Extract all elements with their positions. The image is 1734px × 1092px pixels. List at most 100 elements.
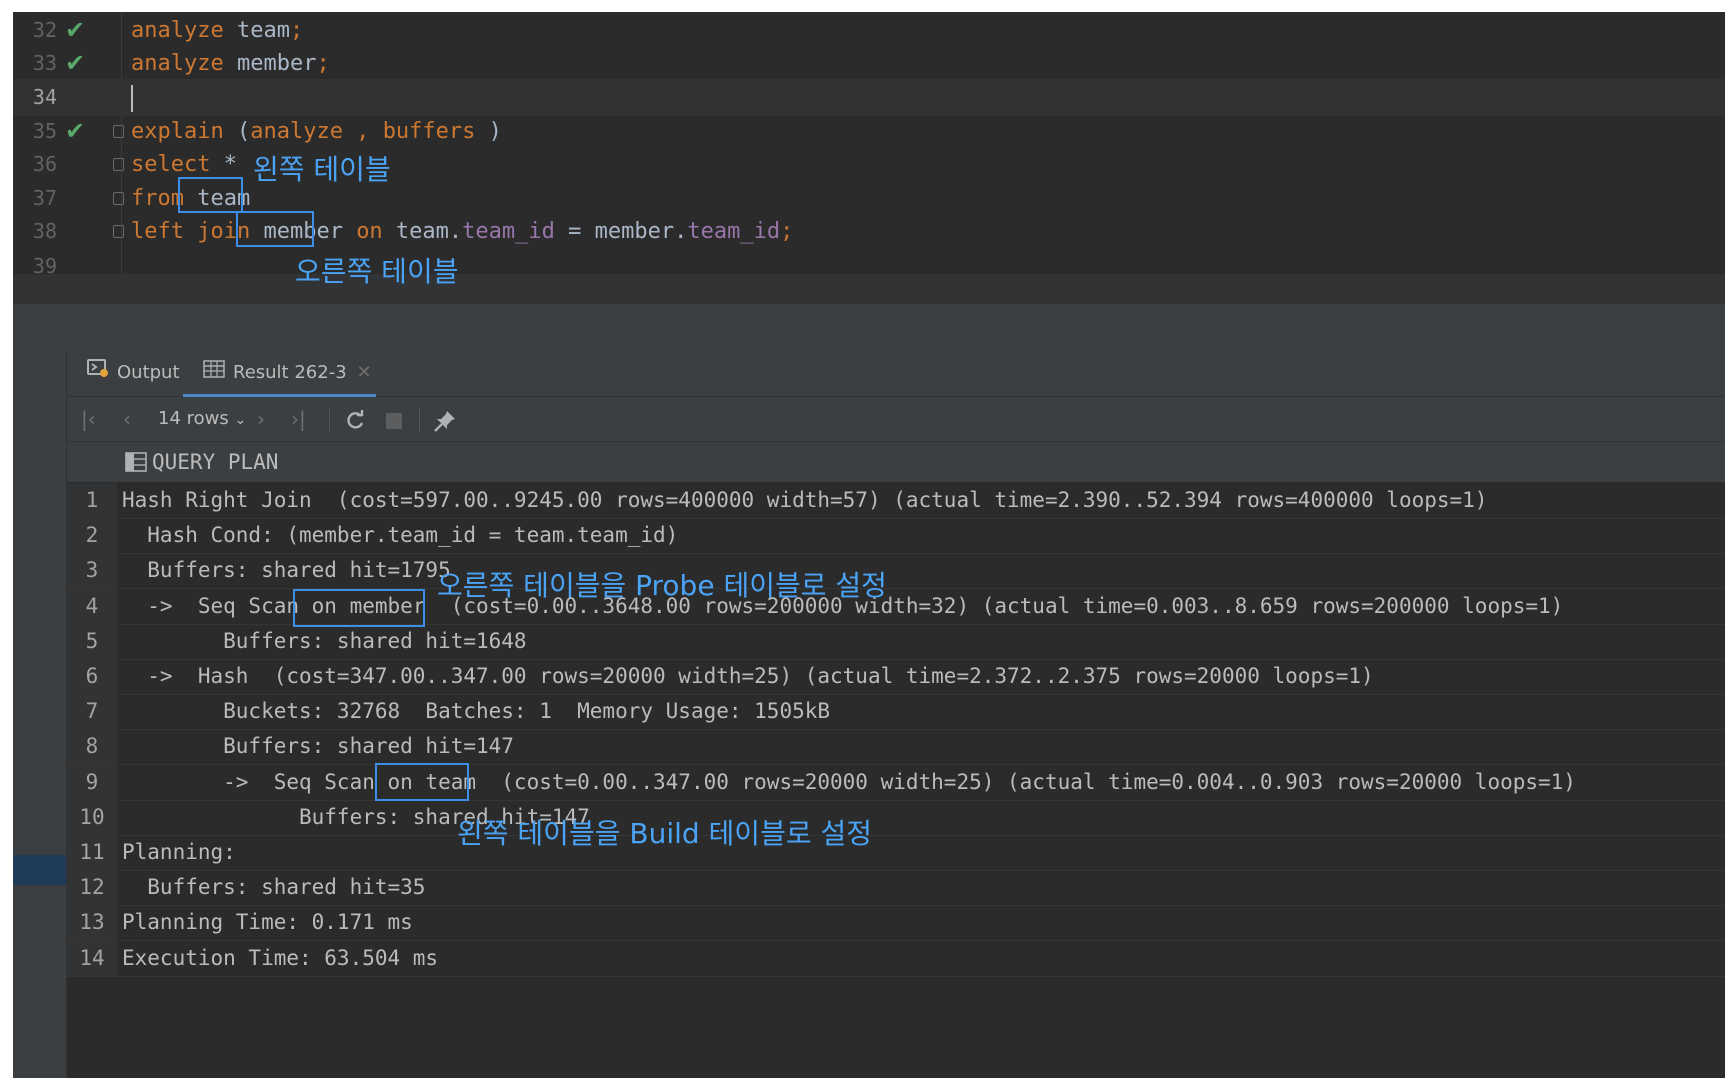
previous-page-icon[interactable]: ‹ [123,397,131,441]
rows-count-dropdown[interactable]: 14 rows ⌄ [158,397,246,441]
annotation-probe: 오른쪽 테이블을 Probe 테이블로 설정 [437,569,887,602]
code-token: team [223,18,290,43]
code-token: = member. [554,219,688,244]
code-text: analyze member; [131,45,330,82]
code-text [131,79,133,116]
query-plan-cell[interactable]: Buffers: shared hit=147 [122,729,514,764]
row-number: 6 [67,659,117,694]
last-page-icon[interactable]: ›| [291,397,306,441]
code-token: ; [289,18,304,43]
query-plan-cell[interactable]: Buffers: shared hit=35 [122,870,425,905]
close-tab-icon[interactable]: ✕ [357,362,372,383]
stop-icon[interactable] [385,397,403,441]
query-plan-cell[interactable]: Buffers: shared hit=1648 [122,624,526,659]
fold-marker-icon[interactable] [113,125,124,138]
tab-output-label: Output [117,362,180,383]
table-row[interactable]: 8 Buffers: shared hit=147 [67,729,1725,766]
query-plan-cell[interactable]: -> Seq Scan on team (cost=0.00..347.00 r… [122,765,1576,800]
line-number: 35 [32,119,57,143]
row-number: 8 [67,729,117,765]
line-number: 37 [32,186,57,210]
editor-line[interactable]: 34 [13,79,1725,116]
row-number: 5 [67,623,117,659]
line-number: 36 [32,152,57,176]
code-token: analyze [131,51,224,76]
text-caret [131,84,133,112]
line-number: 38 [32,219,57,243]
table-row[interactable]: 5 Buffers: shared hit=1648 [67,623,1725,660]
results-toolbar: |‹ ‹ 14 rows ⌄ › ›| [67,397,1725,442]
code-text: left join member on team.team_id = membe… [131,213,793,250]
table-row[interactable]: 12 Buffers: shared hit=35 [67,870,1725,907]
results-tab-bar: Output Result 262-3 ✕ [67,352,1725,397]
code-token: team_id [462,219,555,244]
chevron-down-icon: ⌄ [234,412,247,428]
tab-result-label: Result 262-3 [233,362,347,383]
tab-result[interactable]: Result 262-3 ✕ [183,352,376,397]
query-plan-cell[interactable]: -> Hash (cost=347.00..347.00 rows=20000 … [122,659,1373,694]
code-token: on [356,219,383,244]
table-row[interactable]: 14 Execution Time: 63.504 ms [67,940,1725,977]
panel-splitter[interactable] [13,304,1725,352]
row-number: 2 [67,518,117,554]
table-row[interactable]: 10 Buffers: shared hit=147 [67,799,1725,836]
annotation-build: 왼쪽 테이블을 Build 테이블로 설정 [457,817,873,850]
row-number: 11 [67,835,117,870]
table-row[interactable]: 2 Hash Cond: (member.team_id = team.team… [67,518,1725,555]
query-plan-cell[interactable]: Planning Time: 0.171 ms [122,905,413,940]
tool-window-sidebar [13,352,67,1078]
query-plan-cell[interactable]: Buffers: shared hit=1795 [122,553,450,588]
table-row[interactable]: 11 Planning: [67,835,1725,871]
highlight-team-table [178,177,243,213]
code-text: explain (analyze , buffers ) [131,113,502,150]
editor-line[interactable]: 35 ✔ explain (analyze , buffers ) [13,113,1725,150]
next-page-icon[interactable]: › [257,397,265,441]
query-plan-cell[interactable]: Planning: [122,835,236,870]
code-token: analyze [250,119,343,144]
fold-marker-icon[interactable] [113,192,124,205]
query-plan-grid[interactable]: QUERY PLAN 1 Hash Right Join (cost=597.00… [67,442,1725,1078]
fold-marker-icon[interactable] [113,225,124,238]
editor-line[interactable]: 33 ✔ analyze member; [13,45,1725,82]
table-row[interactable]: 1 Hash Right Join (cost=597.00..9245.00 r… [67,483,1725,519]
sql-editor[interactable]: 32 ✔ analyze team; 33 ✔ analyze member; 34 35 ✔ e… [13,12,1725,332]
refresh-icon[interactable] [344,397,366,441]
query-plan-cell[interactable]: Buckets: 32768 Batches: 1 Memory Usage: … [122,694,830,729]
column-header-label: QUERY PLAN [152,450,279,474]
table-row[interactable]: 13 Planning Time: 0.171 ms [67,905,1725,942]
tab-output[interactable]: Output [87,352,180,394]
editor-line[interactable]: 32 ✔ analyze team; [13,12,1725,49]
column-header-query-plan[interactable]: QUERY PLAN [67,442,1725,483]
table-row[interactable]: 7 Buckets: 32768 Batches: 1 Memory Usage… [67,694,1725,731]
code-token: select [131,152,211,177]
rows-count-label: 14 rows [158,408,229,429]
query-plan-cell[interactable]: Execution Time: 63.504 ms [122,941,438,976]
query-plan-cell[interactable]: Hash Cond: (member.team_id = team.team_i… [122,518,678,553]
highlight-member-table [236,211,314,247]
row-number: 7 [67,694,117,730]
code-token: ) [475,119,502,144]
table-row[interactable]: 3 Buffers: shared hit=1795 [67,553,1725,590]
code-token: analyze [131,18,224,43]
fold-marker-icon[interactable] [113,158,124,171]
code-token: ( [223,119,251,144]
table-row[interactable]: 9 -> Seq Scan on team (cost=0.00..347.00… [67,764,1725,801]
table-row[interactable]: 6 -> Hash (cost=347.00..347.00 rows=2000… [67,659,1725,695]
first-page-icon[interactable]: |‹ [81,397,96,441]
code-text: analyze team; [131,12,303,49]
toolbar-separator [329,407,330,433]
editor-bottom-area [13,274,1725,304]
row-number: 3 [67,553,117,589]
query-plan-cell[interactable]: Hash Right Join (cost=597.00..9245.00 ro… [122,483,1487,518]
row-number: 12 [67,870,117,906]
row-number: 10 [67,799,117,835]
highlight-on-member [293,589,425,627]
code-token: , [342,119,383,144]
highlight-on-team [375,763,469,801]
row-number: 9 [67,764,117,800]
pin-icon[interactable] [433,397,457,441]
row-number: 1 [67,483,117,518]
line-number: 33 [32,51,57,75]
annotation-right-table: 오른쪽 테이블 [295,255,459,288]
sidebar-selection [13,855,66,885]
